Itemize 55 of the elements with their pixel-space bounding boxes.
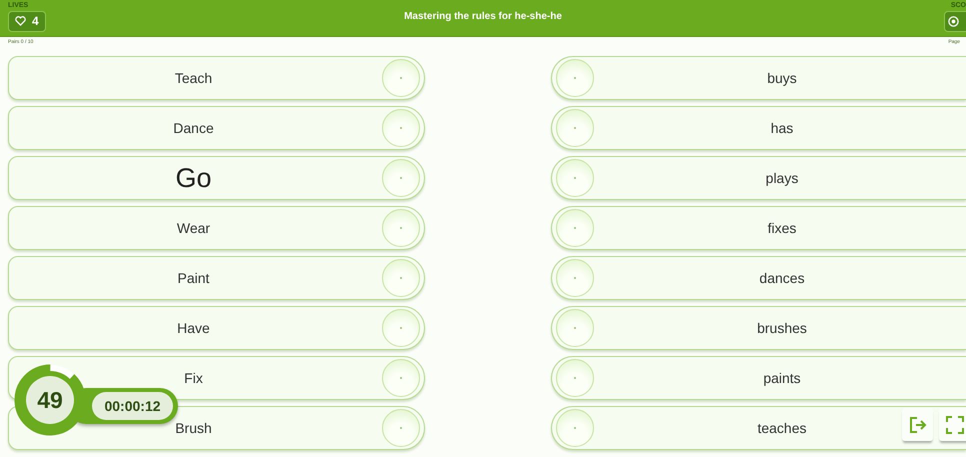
card-text: plays <box>766 170 798 186</box>
elapsed-time: 00:00:12 <box>92 392 173 420</box>
answer-card[interactable]: brushes <box>551 306 966 350</box>
match-knob[interactable] <box>556 309 594 347</box>
answer-card[interactable]: Dance <box>8 106 425 150</box>
answer-card[interactable]: fixes <box>551 206 966 250</box>
answer-card[interactable]: buys <box>551 56 966 100</box>
card-text: Wear <box>176 220 210 236</box>
match-knob[interactable] <box>556 259 594 297</box>
card-text: Have <box>177 320 210 336</box>
card-text: Teach <box>174 70 212 86</box>
match-knob[interactable] <box>556 109 594 147</box>
card-text: fixes <box>768 220 796 236</box>
quiz-title: Mastering the rules for he-she-he <box>404 11 562 22</box>
answer-card[interactable]: Go <box>8 156 425 200</box>
match-knob[interactable] <box>382 259 420 297</box>
match-knob[interactable] <box>382 159 420 197</box>
answer-card[interactable]: Teach <box>8 56 425 100</box>
card-text: teaches <box>757 420 807 436</box>
match-knob[interactable] <box>556 159 594 197</box>
heart-icon <box>15 16 26 26</box>
match-knob[interactable] <box>556 409 594 447</box>
exit-button[interactable] <box>902 408 933 441</box>
match-knob[interactable] <box>382 309 420 347</box>
card-text: Go <box>175 162 212 194</box>
match-knob[interactable] <box>382 59 420 97</box>
match-knob[interactable] <box>382 359 420 397</box>
match-knob[interactable] <box>382 209 420 247</box>
exit-icon <box>908 416 926 434</box>
fullscreen-icon <box>946 416 964 434</box>
answer-card[interactable]: paints <box>551 356 966 400</box>
answer-card[interactable]: Have <box>8 306 425 350</box>
card-text: paints <box>763 370 801 386</box>
match-knob[interactable] <box>556 359 594 397</box>
match-knob[interactable] <box>382 409 420 447</box>
match-knob[interactable] <box>382 109 420 147</box>
card-text: has <box>770 120 794 136</box>
match-knob[interactable] <box>556 59 594 97</box>
target-icon <box>948 16 959 26</box>
card-text: buys <box>767 70 797 86</box>
lives-counter: 4 <box>8 10 46 32</box>
fullscreen-button[interactable] <box>939 408 966 441</box>
match-knob[interactable] <box>556 209 594 247</box>
card-text: Dance <box>173 120 214 136</box>
answer-card[interactable]: has <box>551 106 966 150</box>
card-text: Brush <box>175 420 212 436</box>
answer-card[interactable]: Wear <box>8 206 425 250</box>
card-text: Fix <box>184 370 203 386</box>
card-text: dances <box>759 270 805 286</box>
answer-card[interactable]: dances <box>551 256 966 300</box>
answer-card[interactable]: plays <box>551 156 966 200</box>
answer-card[interactable]: Paint <box>8 256 425 300</box>
card-text: brushes <box>757 320 807 336</box>
answer-card[interactable]: teaches <box>551 406 966 450</box>
card-text: Paint <box>178 270 210 286</box>
